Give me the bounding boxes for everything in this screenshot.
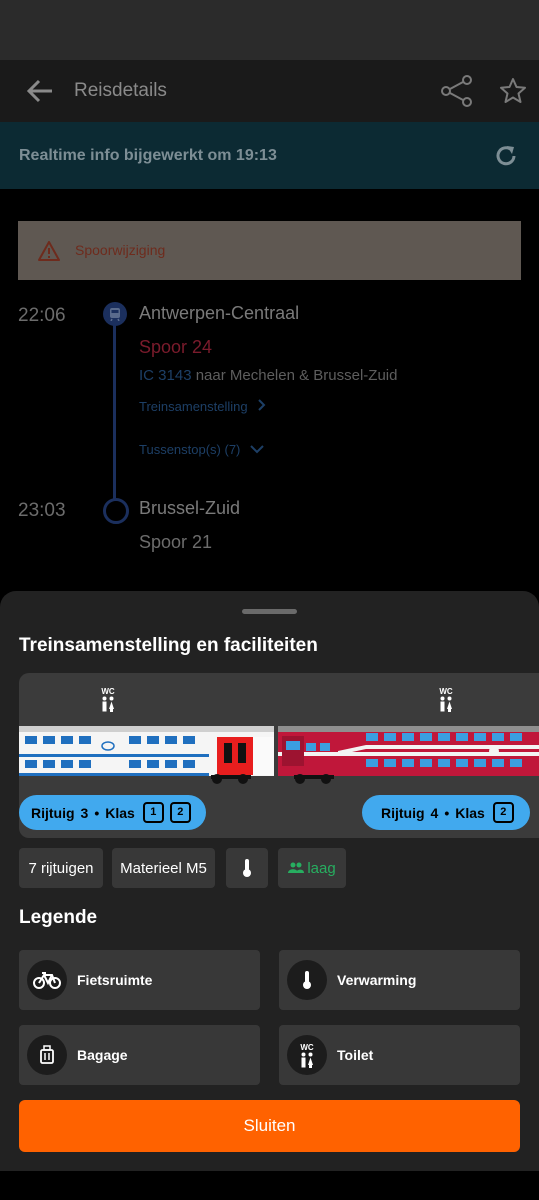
train-car-3-image <box>19 726 274 784</box>
class-1-badge: 1 <box>142 802 164 823</box>
chevron-down-icon <box>250 445 264 454</box>
composition-link[interactable]: Treinsamenstelling <box>139 399 267 414</box>
people-icon <box>288 862 305 873</box>
thermometer-icon <box>243 859 251 877</box>
share-icon[interactable] <box>440 74 474 108</box>
occupancy-label: laag <box>307 859 336 877</box>
alert-text: Spoorwijziging <box>75 242 166 258</box>
bullet: • <box>94 804 100 821</box>
car-4-number: 4 <box>430 804 439 821</box>
chevron-right-icon <box>258 399 266 411</box>
thermometer-icon <box>287 960 327 1000</box>
realtime-text: Realtime info bijgewerkt om 19:13 <box>19 147 277 164</box>
car-3-badge[interactable]: Rijtuig 3 • Klas 1 2 <box>19 795 206 830</box>
legend-bike-label: Fietsruimte <box>77 972 153 988</box>
stops-link-label: Tussenstop(s) (7) <box>139 442 241 457</box>
luggage-icon <box>27 1035 67 1075</box>
legend-heating-label: Verwarming <box>337 972 417 988</box>
arrival-time: 23:03 <box>18 500 66 521</box>
legend-bike: Fietsruimte <box>19 950 260 1010</box>
arrival-track: Spoor 21 <box>139 532 213 552</box>
legend-toilet-label: Toilet <box>337 1047 374 1063</box>
wc-label: WC <box>101 687 115 696</box>
legend-luggage: Bagage <box>19 1025 260 1085</box>
car-4-label: Rijtuig <box>381 804 425 821</box>
material-chip: Materieel M5 <box>112 848 215 888</box>
back-arrow-icon[interactable] <box>26 78 54 104</box>
arrival-station: Brussel-Zuid <box>139 498 241 518</box>
wc-icon: WC <box>96 687 120 717</box>
sheet-handle[interactable] <box>242 609 297 614</box>
route-line <box>113 322 116 510</box>
car-count-chip: 7 rijtuigen <box>19 848 103 888</box>
departure-time: 22:06 <box>18 305 66 326</box>
departure-track: Spoor 24 <box>139 337 213 357</box>
status-bar <box>0 0 539 60</box>
bullet: • <box>444 804 450 821</box>
stops-link[interactable]: Tussenstop(s) (7) <box>139 442 264 457</box>
class-2-badge: 2 <box>169 802 191 823</box>
wc-label: WC <box>439 687 453 696</box>
wc-icon: WC <box>434 687 458 717</box>
train-id[interactable]: IC 3143 <box>139 367 192 384</box>
heating-chip <box>226 848 268 888</box>
car-4-badge[interactable]: Rijtuig 4 • Klas 2 <box>362 795 530 830</box>
close-button[interactable]: Sluiten <box>19 1100 520 1152</box>
class-label: Klas <box>455 804 485 821</box>
class-2-badge: 2 <box>492 802 514 823</box>
class-label: Klas <box>105 804 135 821</box>
sheet-title: Treinsamenstelling en faciliteiten <box>19 635 318 656</box>
favorite-star-icon[interactable] <box>498 76 528 106</box>
train-info: IC 3143 naar Mechelen & Brussel-Zuid <box>139 367 397 384</box>
legend-heating: Verwarming <box>279 950 520 1010</box>
wc-label: WC <box>300 1042 314 1052</box>
refresh-icon[interactable] <box>493 143 519 169</box>
occupancy-chip: laag <box>278 848 346 888</box>
app-bar: Reisdetails <box>0 60 539 122</box>
departure-train-icon <box>103 302 127 326</box>
car-3-number: 3 <box>80 804 89 821</box>
page-title: Reisdetails <box>74 80 167 101</box>
arrival-stop-dot <box>103 498 129 524</box>
wc-icon: WC <box>287 1035 327 1075</box>
legend-title: Legende <box>19 907 98 928</box>
warning-icon <box>38 241 60 261</box>
legend-luggage-label: Bagage <box>77 1047 128 1063</box>
composition-link-label: Treinsamenstelling <box>139 399 248 414</box>
legend-toilet: WC Toilet <box>279 1025 520 1085</box>
departure-station: Antwerpen-Centraal <box>139 303 300 323</box>
realtime-banner: Realtime info bijgewerkt om 19:13 <box>0 122 539 189</box>
car-3-label: Rijtuig <box>31 804 75 821</box>
bike-icon <box>27 960 67 1000</box>
train-car-4-image <box>278 726 539 784</box>
train-destination: naar Mechelen & Brussel-Zuid <box>195 367 398 384</box>
alert-banner: Spoorwijziging <box>18 221 521 280</box>
